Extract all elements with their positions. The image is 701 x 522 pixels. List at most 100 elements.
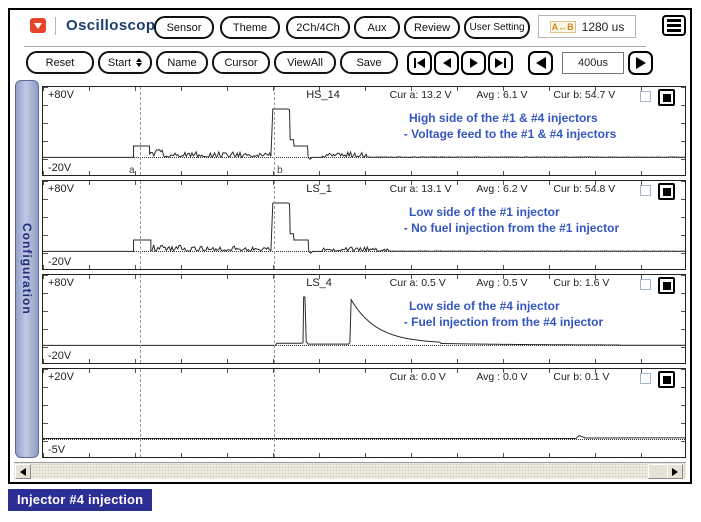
review-button[interactable]: Review — [404, 16, 460, 39]
horizontal-scrollbar[interactable] — [14, 462, 686, 479]
black-square-icon — [662, 187, 671, 196]
aux-button[interactable]: Aux — [354, 16, 400, 39]
y-ticks — [681, 369, 685, 457]
first-icon — [417, 58, 425, 68]
y-ticks — [681, 87, 685, 175]
cursor-a-readout: Cur a: 0.5 V — [389, 277, 446, 289]
annotation-line1: Low side of the #4 injector — [408, 299, 560, 313]
vmax-label: +20V — [48, 371, 74, 383]
last-icon — [495, 58, 503, 68]
user-setting-button[interactable]: User Setting — [464, 16, 530, 39]
channel-panel-1: +80V -20V HS_14 Cur a: 13.2 V Avg : 6.1 … — [42, 86, 686, 176]
save-button[interactable]: Save — [340, 51, 398, 74]
black-square-icon — [662, 375, 671, 384]
channel-panel-3: +80V -20V LS_4 Cur a: 0.5 V Avg : 0.5 V … — [42, 274, 686, 364]
status-badge: Injector #4 injection — [8, 489, 153, 511]
channel-style-button[interactable] — [658, 277, 676, 294]
vmax-label: +80V — [48, 183, 74, 195]
annotation-line2: - No fuel injection from the #1 injector — [403, 221, 620, 235]
vmax-label: +80V — [48, 89, 74, 101]
reset-button[interactable]: Reset — [26, 51, 94, 74]
channel-mode-button[interactable]: 2Ch/4Ch — [286, 16, 350, 39]
cursor-time-value: 1280 us — [581, 19, 625, 34]
channel-visibility-checkbox[interactable] — [640, 185, 652, 196]
avg-readout: Avg : 0.5 V — [476, 277, 528, 289]
cursor-b-line[interactable] — [274, 87, 276, 175]
configuration-tab[interactable]: Configuration — [15, 80, 39, 458]
cursor-b-readout: Cur b: 1.6 V — [553, 277, 610, 289]
cursor-ab-time-icon: A↔B — [549, 20, 576, 33]
black-square-icon — [662, 281, 671, 290]
annotation-line2: - Voltage feed to the #1 & #4 injectors — [403, 127, 617, 141]
prev-frame-button[interactable] — [434, 51, 459, 75]
sensor-button[interactable]: Sensor — [154, 16, 214, 39]
vmin-label: -20V — [48, 256, 72, 268]
annotation-line1: Low side of the #1 injector — [408, 205, 560, 219]
cursor-b-readout: Cur b: 54.7 V — [553, 89, 616, 101]
down-triangle-icon — [34, 22, 42, 29]
cursor-a-line[interactable] — [139, 275, 141, 363]
spinner-icon[interactable] — [136, 58, 143, 67]
channel-visibility-checkbox[interactable] — [640, 91, 652, 102]
avg-readout: Avg : 0.0 V — [476, 371, 528, 383]
menu-icon[interactable] — [662, 15, 686, 36]
right-triangle-icon — [635, 57, 646, 69]
last-frame-button[interactable] — [488, 51, 513, 75]
timebase-value: 400us — [562, 52, 624, 74]
cursor-b-line[interactable] — [274, 181, 276, 269]
prev-icon — [442, 58, 451, 68]
name-button[interactable]: Name — [156, 51, 208, 74]
channel-style-button[interactable] — [658, 183, 676, 200]
channel-visibility-checkbox[interactable] — [640, 373, 652, 384]
vmin-label: -20V — [48, 162, 72, 174]
cursor-a-line[interactable] — [139, 369, 141, 457]
avg-readout: Avg : 6.2 V — [476, 183, 528, 195]
scroll-left-button[interactable] — [15, 464, 31, 479]
page-title: Oscilloscope — [66, 17, 165, 34]
cursor-a-readout: Cur a: 0.0 V — [389, 371, 446, 383]
title-divider — [55, 17, 56, 35]
timebase-increase-button[interactable] — [628, 51, 653, 75]
channel-name: LS_1 — [306, 183, 332, 195]
cursor-b-line[interactable] — [274, 369, 276, 457]
viewall-button[interactable]: ViewAll — [274, 51, 336, 74]
first-frame-button[interactable] — [407, 51, 432, 75]
y-ticks — [681, 181, 685, 269]
theme-button[interactable]: Theme — [220, 16, 280, 39]
cursor-a-line[interactable] — [139, 181, 141, 269]
vmax-label: +80V — [48, 277, 74, 289]
cursor-b-line[interactable] — [274, 275, 276, 363]
channel-name: LS_4 — [306, 277, 332, 289]
annotation-line1: High side of the #1 & #4 injectors — [408, 111, 598, 125]
cursor-a-readout: Cur a: 13.2 V — [389, 89, 452, 101]
y-ticks — [681, 275, 685, 363]
cursor-b-label: b — [277, 165, 283, 176]
app-dropdown-icon[interactable] — [30, 18, 46, 33]
left-triangle-icon — [535, 57, 546, 69]
start-stepper[interactable]: Start — [98, 51, 152, 74]
configuration-tab-label: Configuration — [20, 223, 34, 315]
toolbar-separator — [24, 46, 646, 47]
timebase-decrease-button[interactable] — [528, 51, 553, 75]
cursor-b-readout: Cur b: 0.1 V — [553, 371, 610, 383]
next-icon — [469, 58, 478, 68]
start-label: Start — [107, 56, 132, 69]
cursor-b-readout: Cur b: 54.8 V — [553, 183, 616, 195]
channel-style-button[interactable] — [658, 371, 676, 388]
channel-panel-4: +20V -5V Cur a: 0.0 V Avg : 0.0 V Cur b:… — [42, 368, 686, 458]
cursor-a-line[interactable] — [139, 87, 141, 175]
next-frame-button[interactable] — [461, 51, 486, 75]
cursor-a-readout: Cur a: 13.1 V — [389, 183, 452, 195]
avg-readout: Avg : 6.1 V — [476, 89, 528, 101]
scroll-right-button[interactable] — [667, 464, 683, 479]
cursor-time-display: A↔B 1280 us — [538, 15, 636, 38]
channel-name: HS_14 — [306, 89, 340, 101]
channel-style-button[interactable] — [658, 89, 676, 106]
annotation-line2: - Fuel injection from the #4 injector — [403, 315, 604, 329]
vmin-label: -5V — [48, 444, 66, 456]
channel-visibility-checkbox[interactable] — [640, 279, 652, 290]
black-square-icon — [662, 93, 671, 102]
cursor-button[interactable]: Cursor — [212, 51, 270, 74]
channel-panel-2: +80V -20V LS_1 Cur a: 13.1 V Avg : 6.2 V… — [42, 180, 686, 270]
cursor-a-label: a — [128, 165, 135, 176]
